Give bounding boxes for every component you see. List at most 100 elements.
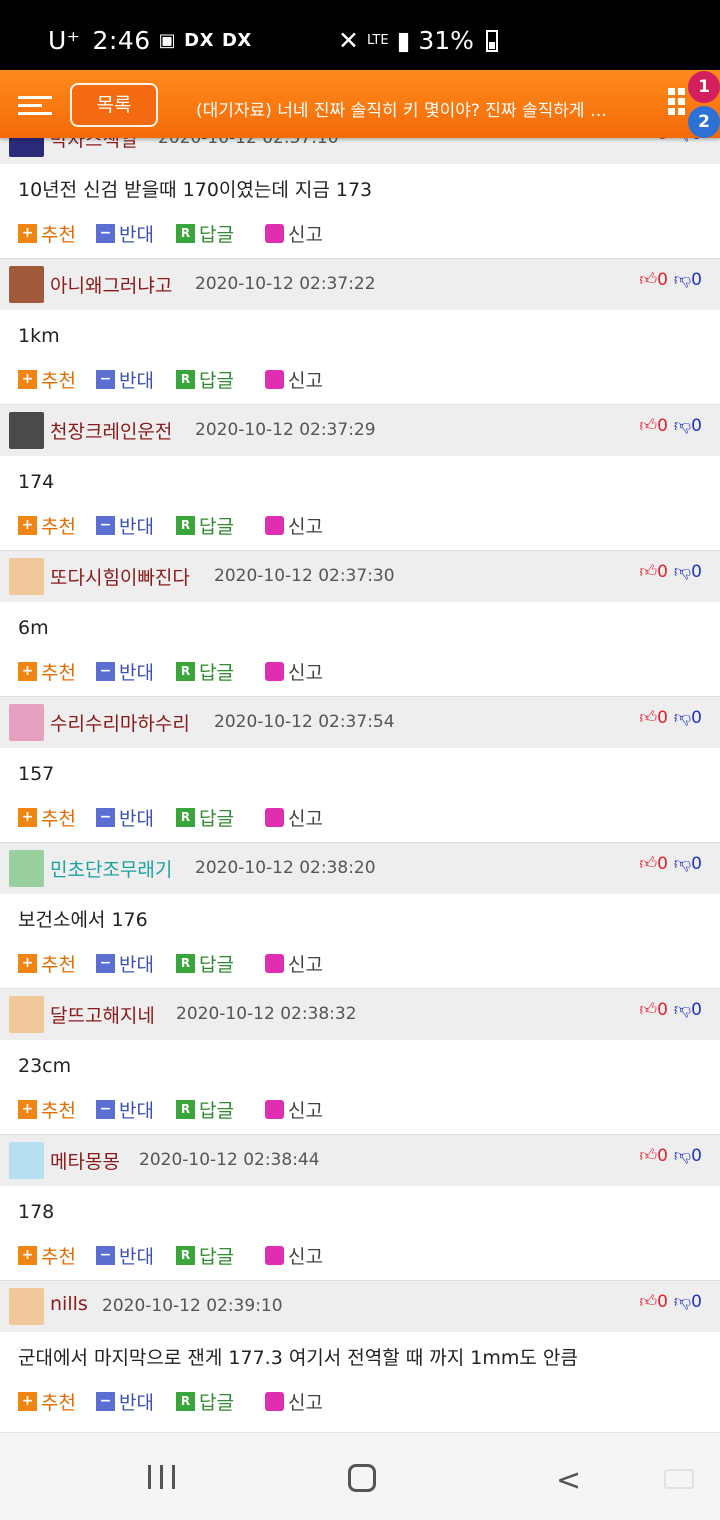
reply-icon: R (176, 1392, 195, 1411)
report-button[interactable]: 신고 (265, 658, 323, 685)
siren-icon (265, 1246, 284, 1265)
recommend-label: 추천 (41, 808, 76, 830)
thumbs-up-icon[interactable]: 👍︎0 (639, 561, 668, 582)
notification-badge-2[interactable]: 2 (688, 106, 720, 138)
nickname[interactable]: 수리수리마하수리 (50, 709, 190, 736)
nickname[interactable]: 달뜨고해지네 (50, 1001, 155, 1028)
thumbs-down-icon[interactable]: 👎︎0 (674, 1291, 702, 1312)
keyboard-icon[interactable] (664, 1469, 694, 1489)
siren-icon (265, 516, 284, 535)
plus-icon: + (18, 1100, 37, 1119)
oppose-button[interactable]: − 반대 (96, 1242, 154, 1269)
comment-item: 달뜨고해지네 2020-10-12 02:38:32 👍︎0 👎︎0 23cm + 추천 − 반… (0, 988, 720, 1134)
comment-body: 1km (18, 325, 60, 347)
comment-item: 또다시힘이빠진다 2020-10-12 02:37:30 👍︎0 👎︎0 6m + 추천 − 반… (0, 550, 720, 696)
thumbs-up-icon[interactable]: 👍︎0 (639, 1145, 668, 1166)
comment-actions: + 추천 − 반대 R 답글 신고 (0, 946, 720, 988)
reply-label: 답글 (199, 954, 234, 976)
report-button[interactable]: 신고 (265, 950, 323, 977)
reply-button[interactable]: R 답글 (176, 366, 234, 393)
oppose-label: 반대 (119, 1392, 154, 1414)
reply-button[interactable]: R 답글 (176, 512, 234, 539)
reply-button[interactable]: R 답글 (176, 658, 234, 685)
recommend-button[interactable]: + 추천 (18, 512, 76, 539)
report-button[interactable]: 신고 (265, 220, 323, 247)
recommend-button[interactable]: + 추천 (18, 950, 76, 977)
list-button[interactable]: 목록 (70, 83, 158, 127)
report-button[interactable]: 신고 (265, 1388, 323, 1415)
nickname[interactable]: 아니왜그러냐고 (50, 271, 172, 298)
reply-button[interactable]: R 답글 (176, 1242, 234, 1269)
oppose-button[interactable]: − 반대 (96, 1096, 154, 1123)
hamburger-menu-icon[interactable] (18, 96, 52, 116)
reply-label: 답글 (199, 370, 234, 392)
recommend-button[interactable]: + 추천 (18, 1242, 76, 1269)
report-button[interactable]: 신고 (265, 1242, 323, 1269)
report-button[interactable]: 신고 (265, 512, 323, 539)
avatar[interactable] (9, 412, 44, 449)
reply-icon: R (176, 516, 195, 535)
thumbs-down-icon[interactable]: 👎︎0 (674, 415, 702, 436)
report-button[interactable]: 신고 (265, 1096, 323, 1123)
reply-label: 답글 (199, 224, 234, 246)
oppose-button[interactable]: − 반대 (96, 950, 154, 977)
oppose-button[interactable]: − 반대 (96, 1388, 154, 1415)
avatar[interactable] (9, 1288, 44, 1325)
recommend-button[interactable]: + 추천 (18, 804, 76, 831)
recommend-button[interactable]: + 추천 (18, 1096, 76, 1123)
notification-badge-1[interactable]: 1 (688, 71, 720, 103)
oppose-button[interactable]: − 반대 (96, 658, 154, 685)
report-button[interactable]: 신고 (265, 366, 323, 393)
reply-button[interactable]: R 답글 (176, 1096, 234, 1123)
thumbs-down-icon[interactable]: 👎︎0 (674, 1145, 702, 1166)
home-icon[interactable] (348, 1464, 376, 1492)
avatar[interactable] (9, 850, 44, 887)
avatar[interactable] (9, 266, 44, 303)
oppose-button[interactable]: − 반대 (96, 804, 154, 831)
comment-item: nills 2020-10-12 02:39:10 👍︎0 👎︎0 군대에서 마지막으로… (0, 1280, 720, 1426)
nickname[interactable]: 메타몽몽 (50, 1147, 120, 1174)
reply-button[interactable]: R 답글 (176, 804, 234, 831)
thumbs-up-icon[interactable]: 👍︎0 (639, 269, 668, 290)
report-button[interactable]: 신고 (265, 804, 323, 831)
avatar[interactable] (9, 1142, 44, 1179)
vote-counts: 👍︎0 👎︎0 (639, 1145, 702, 1166)
thumbs-up-icon[interactable]: 👍︎0 (639, 853, 668, 874)
thumbs-up-icon[interactable]: 👍︎0 (639, 1291, 668, 1312)
thumbs-up-icon[interactable]: 👍︎0 (639, 415, 668, 436)
thumbs-up-icon[interactable]: 👍︎0 (639, 999, 668, 1020)
report-label: 신고 (288, 516, 323, 538)
thumbs-down-icon[interactable]: 👎︎0 (674, 269, 702, 290)
recommend-button[interactable]: + 추천 (18, 220, 76, 247)
oppose-label: 반대 (119, 370, 154, 392)
siren-icon (265, 224, 284, 243)
back-icon[interactable]: < (556, 1463, 581, 1498)
nickname[interactable]: nills (50, 1293, 88, 1315)
app-bar: 목록 (대기자료) 너네 진짜 솔직히 키 몇이야? 진짜 솔직하게 써주.. (0, 70, 720, 138)
reply-button[interactable]: R 답글 (176, 220, 234, 247)
recommend-button[interactable]: + 추천 (18, 658, 76, 685)
reply-button[interactable]: R 답글 (176, 950, 234, 977)
avatar[interactable] (9, 996, 44, 1033)
reply-label: 답글 (199, 516, 234, 538)
oppose-button[interactable]: − 반대 (96, 512, 154, 539)
thumbs-down-icon[interactable]: 👎︎0 (674, 707, 702, 728)
recent-apps-icon[interactable] (148, 1465, 176, 1489)
thumbs-down-icon[interactable]: 👎︎0 (674, 999, 702, 1020)
report-label: 신고 (288, 808, 323, 830)
thumbs-down-icon[interactable]: 👎︎0 (674, 561, 702, 582)
thumbs-down-icon[interactable]: 👎︎0 (674, 853, 702, 874)
reply-button[interactable]: R 답글 (176, 1388, 234, 1415)
nickname[interactable]: 민초단조무래기 (50, 855, 172, 882)
comment-header: 달뜨고해지네 2020-10-12 02:38:32 👍︎0 👎︎0 (0, 988, 720, 1040)
avatar[interactable] (9, 704, 44, 741)
recommend-button[interactable]: + 추천 (18, 366, 76, 393)
nickname[interactable]: 또다시힘이빠진다 (50, 563, 190, 590)
nickname[interactable]: 천장크레인운전 (50, 417, 172, 444)
oppose-button[interactable]: − 반대 (96, 220, 154, 247)
avatar[interactable] (9, 558, 44, 595)
reply-icon: R (176, 808, 195, 827)
thumbs-up-icon[interactable]: 👍︎0 (639, 707, 668, 728)
oppose-button[interactable]: − 반대 (96, 366, 154, 393)
recommend-button[interactable]: + 추천 (18, 1388, 76, 1415)
